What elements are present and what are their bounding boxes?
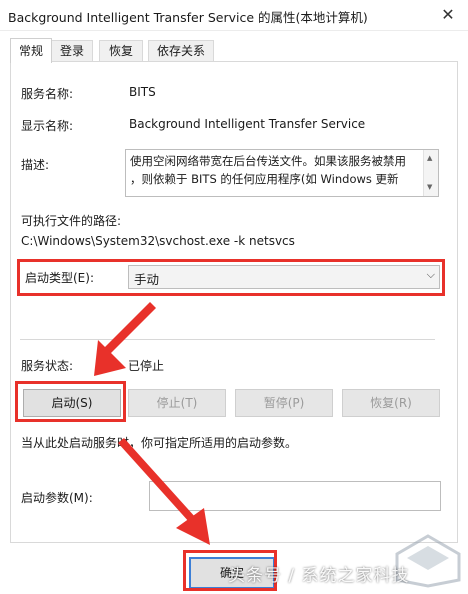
start-params-label: 启动参数(M): (21, 491, 93, 505)
tab-recovery[interactable]: 恢复 (99, 40, 143, 61)
title-bar: Background Intelligent Transfer Service … (0, 0, 468, 31)
tab-panel-general (10, 61, 458, 543)
description-label: 描述: (21, 158, 50, 172)
exe-path-label: 可执行文件的路径: (21, 214, 122, 228)
watermark-text: 头条号 / 系统之家科技 (228, 566, 410, 586)
scroll-up-icon[interactable]: ▲ (427, 154, 432, 162)
display-name-label: 显示名称: (21, 119, 74, 133)
divider (20, 339, 435, 340)
service-status-label: 服务状态: (21, 359, 74, 373)
scroll-down-icon[interactable]: ▼ (427, 183, 432, 191)
tab-dependencies[interactable]: 依存关系 (148, 40, 214, 61)
description-line-1: 使用空闲网络带宽在后台传送文件。如果该服务被禁用 (130, 154, 406, 168)
start-hint-text: 当从此处启动服务时，你可指定所适用的启动参数。 (21, 436, 298, 450)
tab-logon[interactable]: 登录 (51, 40, 93, 61)
resume-button[interactable]: 恢复(R) (342, 389, 440, 417)
description-box[interactable]: 使用空闲网络带宽在后台传送文件。如果该服务被禁用 ，则依赖于 BITS 的任何应… (125, 149, 439, 197)
startup-type-highlight (17, 259, 445, 296)
service-status-value: 已停止 (128, 359, 165, 373)
description-line-2: ，则依赖于 BITS 的任何应用程序(如 Windows 更新 (130, 172, 399, 186)
stop-button[interactable]: 停止(T) (128, 389, 226, 417)
service-name-value: BITS (129, 85, 156, 99)
tab-general[interactable]: 常规 (10, 38, 52, 63)
exe-path-value: C:\Windows\System32\svchost.exe -k netsv… (21, 234, 295, 248)
start-button-highlight (15, 381, 126, 422)
close-icon[interactable]: ✕ (436, 5, 460, 25)
service-name-label: 服务名称: (21, 87, 74, 101)
start-params-input[interactable] (149, 481, 441, 511)
description-scrollbar[interactable]: ▲ ▼ (423, 150, 438, 196)
description-text: 使用空闲网络带宽在后台传送文件。如果该服务被禁用 ，则依赖于 BITS 的任何应… (130, 152, 420, 188)
pause-button[interactable]: 暂停(P) (235, 389, 333, 417)
display-name-value: Background Intelligent Transfer Service (129, 117, 366, 131)
window-title: Background Intelligent Transfer Service … (8, 10, 368, 25)
